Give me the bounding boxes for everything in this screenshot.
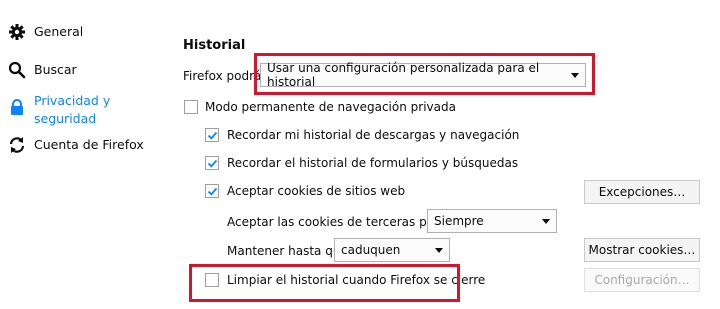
remember-forms-checkbox[interactable]: [205, 156, 219, 170]
sidebar-item-general[interactable]: General: [8, 23, 83, 41]
sidebar-item-label: Buscar: [34, 62, 77, 77]
private-mode-checkbox[interactable]: [184, 100, 198, 114]
firefox-will-label: Firefox podrá: [183, 69, 262, 83]
gear-icon: [8, 23, 26, 41]
sidebar-item-search[interactable]: Buscar: [8, 61, 77, 79]
accept-cookies-checkbox[interactable]: [205, 184, 219, 198]
clear-history-label: Limpiar el historial cuando Firefox se c…: [227, 273, 486, 287]
chevron-down-icon: [542, 218, 550, 224]
history-mode-select[interactable]: Usar una configuración personalizada par…: [260, 61, 586, 89]
remember-downloads-label: Recordar mi historial de descargas y nav…: [227, 128, 520, 142]
sidebar-item-label: Cuenta de Firefox: [34, 137, 144, 152]
checkmark-icon: [207, 131, 217, 140]
history-section: Historial Firefox podrá Usar una configu…: [183, 0, 720, 309]
settings-button[interactable]: Configuración…: [584, 268, 700, 292]
exceptions-button[interactable]: Excepciones…: [584, 180, 700, 204]
keep-until-select[interactable]: caduquen: [334, 238, 450, 262]
chevron-down-icon: [571, 72, 579, 78]
third-party-cookies-value: Siempre: [434, 214, 484, 228]
chevron-down-icon: [435, 247, 443, 253]
third-party-cookies-label: Aceptar las cookies de terceras partes: [227, 215, 458, 229]
clear-history-checkbox[interactable]: [205, 273, 219, 287]
checkmark-icon: [207, 159, 217, 168]
sidebar-item-firefox-account[interactable]: Cuenta de Firefox: [8, 136, 144, 154]
accept-cookies-label: Aceptar cookies de sitios web: [227, 184, 406, 198]
remember-forms-label: Recordar el historial de formularios y b…: [227, 156, 519, 170]
history-mode-value: Usar una configuración personalizada par…: [267, 61, 540, 89]
lock-icon: [8, 98, 26, 116]
sidebar-item-label: General: [34, 24, 84, 39]
keep-until-value: caduquen: [341, 243, 401, 257]
sync-icon: [8, 136, 26, 154]
third-party-cookies-select[interactable]: Siempre: [427, 209, 557, 233]
sidebar-item-privacy[interactable]: Privacidad y seguridad: [8, 92, 158, 128]
search-icon: [8, 61, 26, 79]
keep-until-label: Mantener hasta que: [227, 244, 348, 258]
sidebar-item-label: Privacidad y seguridad: [34, 93, 111, 126]
sidebar: General Buscar Privacidad y seguridad Cu…: [0, 0, 160, 309]
remember-downloads-checkbox[interactable]: [205, 128, 219, 142]
show-cookies-button[interactable]: Mostrar cookies…: [584, 238, 700, 262]
private-mode-label: Modo permanente de navegación privada: [205, 100, 456, 114]
checkmark-icon: [207, 187, 217, 196]
section-heading: Historial: [183, 38, 246, 53]
